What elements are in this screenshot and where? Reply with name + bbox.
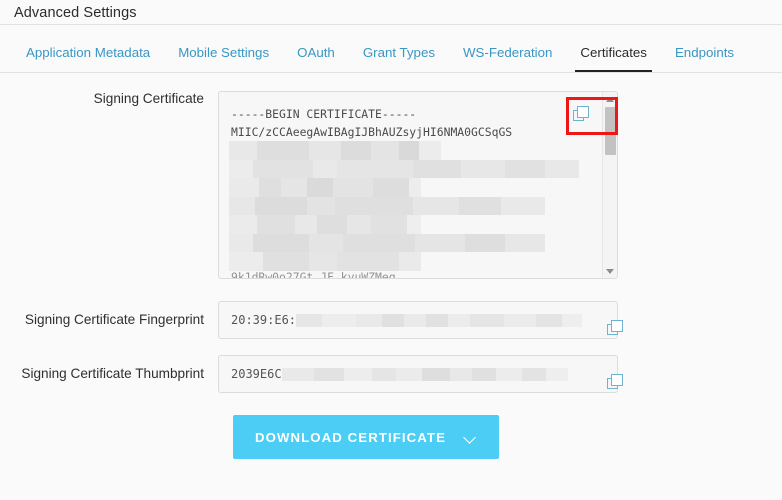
signing-certificate-fingerprint-label: Signing Certificate Fingerprint: [24, 311, 204, 327]
settings-tabbar: Application Metadata Mobile Settings OAu…: [0, 25, 782, 73]
triangle-down-icon: [606, 268, 614, 274]
signing-certificate-copy-icon[interactable]: [573, 106, 590, 123]
copy-icon-front-square: [577, 106, 589, 118]
row-signing-certificate-thumbprint: Signing Certificate Thumbprint 2039E6C: [0, 355, 782, 393]
triangle-up-icon: [606, 96, 614, 102]
download-row-spacer: [0, 415, 233, 459]
signing-certificate-thumbprint-redacted: [281, 367, 597, 381]
row-signing-certificate-fingerprint: Signing Certificate Fingerprint 20:39:E6…: [0, 301, 782, 339]
signing-certificate-fingerprint-redacted: [296, 313, 597, 327]
signing-certificate-textarea[interactable]: -----BEGIN CERTIFICATE----- MIIC/zCCAeeg…: [218, 91, 618, 279]
signing-certificate-last-line: 9k1dRw0o27Gt JF.kyuWZMeq: [231, 270, 396, 279]
download-row: DOWNLOAD CERTIFICATE: [0, 415, 782, 459]
certificates-form: Signing Certificate -----BEGIN CERTIFICA…: [0, 73, 782, 459]
signing-certificate-field: -----BEGIN CERTIFICATE----- MIIC/zCCAeeg…: [218, 91, 618, 279]
scrollbar-thumb[interactable]: [605, 107, 616, 155]
signing-certificate-fingerprint-field: 20:39:E6:: [218, 301, 623, 339]
signing-certificate-thumbprint-field: 2039E6C: [218, 355, 623, 393]
tab-grant-types[interactable]: Grant Types: [349, 45, 449, 72]
signing-certificate-thumbprint-input[interactable]: 2039E6C: [218, 355, 623, 393]
signing-certificate-line-2: MIIC/zCCAeegAwIBAgIJBhAUZsyjHI6NMA0GCSqG…: [231, 125, 513, 139]
tab-endpoints[interactable]: Endpoints: [661, 45, 748, 72]
copy-icon[interactable]: [573, 106, 590, 123]
copy-icon-front-square: [611, 320, 623, 332]
scrollbar-down-arrow[interactable]: [603, 264, 617, 278]
signing-certificate-line-1: -----BEGIN CERTIFICATE-----: [231, 107, 417, 121]
copy-icon-front-square: [611, 374, 623, 386]
row-signing-certificate: Signing Certificate -----BEGIN CERTIFICA…: [0, 91, 782, 279]
scrollbar-up-arrow[interactable]: [603, 92, 617, 106]
tab-mobile-settings[interactable]: Mobile Settings: [164, 45, 283, 72]
signing-certificate-redacted-body: [229, 141, 579, 271]
signing-certificate-fingerprint-value: 20:39:E6:: [231, 313, 297, 327]
signing-certificate-fingerprint-input[interactable]: 20:39:E6:: [218, 301, 623, 339]
signing-certificate-thumbprint-value: 2039E6C: [231, 367, 282, 381]
chevron-down-icon: [464, 433, 477, 441]
tab-oauth[interactable]: OAuth: [283, 45, 349, 72]
page-title: Advanced Settings: [14, 5, 137, 21]
signing-certificate-thumbprint-label: Signing Certificate Thumbprint: [21, 365, 204, 381]
signing-certificate-label: Signing Certificate: [93, 91, 204, 106]
page-header: Advanced Settings: [0, 0, 782, 24]
download-certificate-button[interactable]: DOWNLOAD CERTIFICATE: [233, 415, 499, 459]
signing-certificate-scrollbar[interactable]: [602, 92, 617, 278]
tab-certificates[interactable]: Certificates: [566, 45, 661, 73]
tab-ws-federation[interactable]: WS-Federation: [449, 45, 566, 72]
download-certificate-label: DOWNLOAD CERTIFICATE: [255, 429, 446, 445]
tab-application-metadata[interactable]: Application Metadata: [12, 45, 164, 72]
